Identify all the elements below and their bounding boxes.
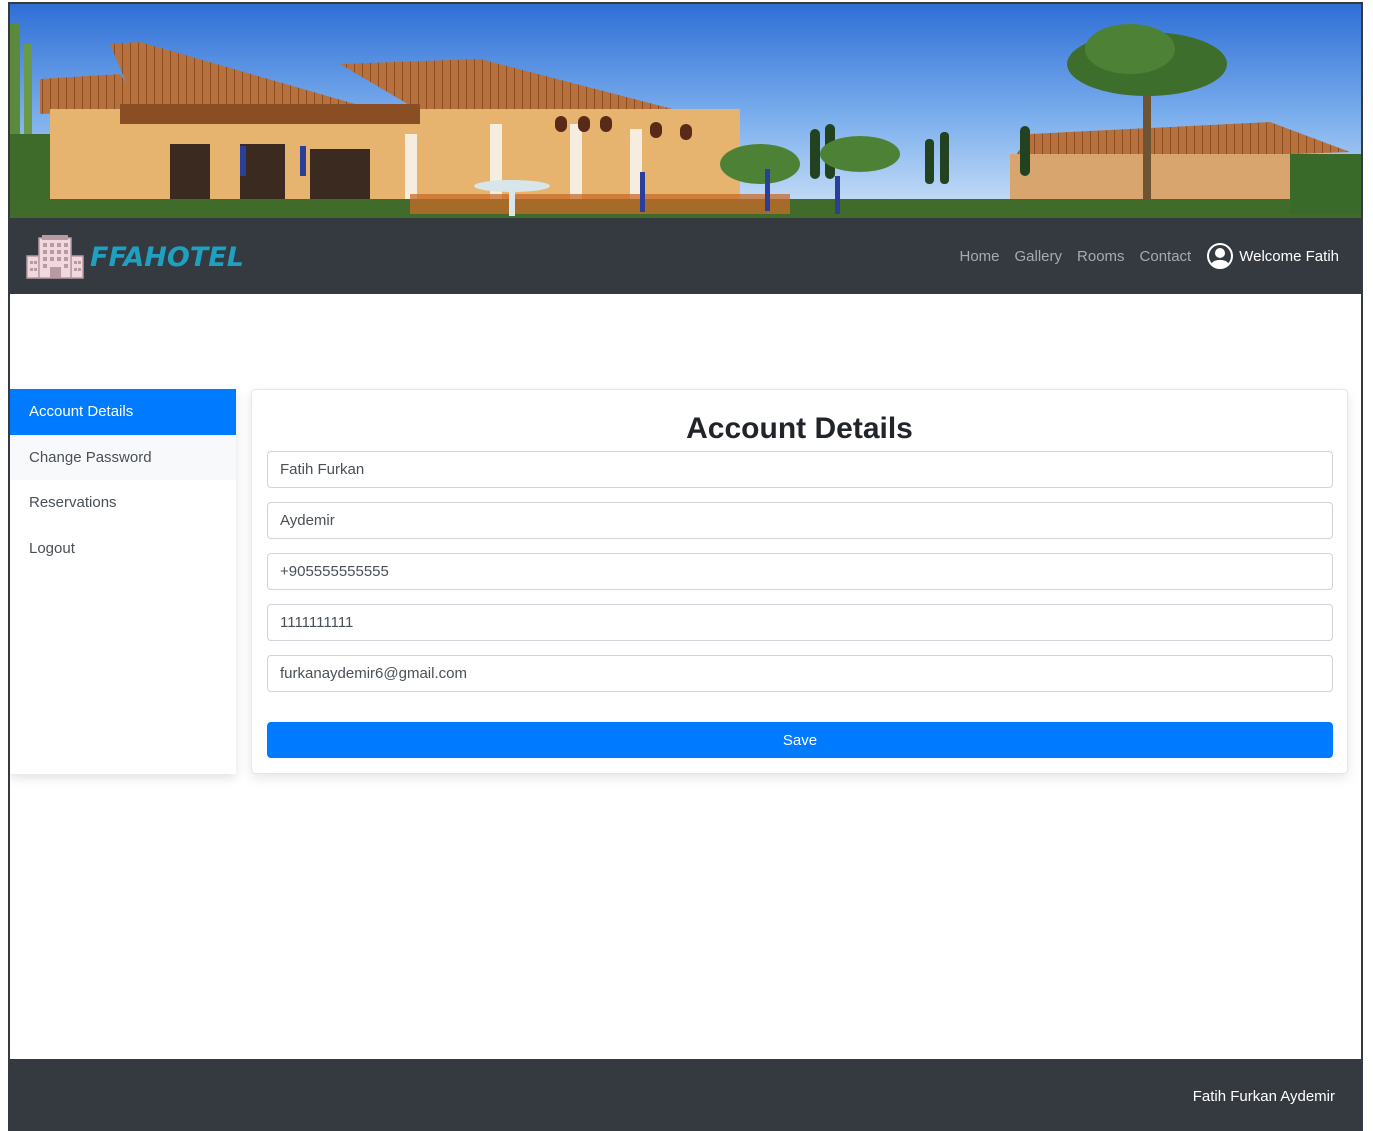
brand-logo[interactable]: FFAHOTEL [26,234,244,280]
account-sidebar: Account Details Change Password Reservat… [10,389,236,774]
email-input[interactable] [267,655,1333,692]
nav-link-home[interactable]: Home [959,248,999,265]
identity-number-input[interactable] [267,604,1333,641]
user-menu[interactable]: Welcome Fatih [1207,243,1339,269]
nav-link-rooms[interactable]: Rooms [1077,248,1125,265]
sidebar-item-logout[interactable]: Logout [10,526,236,572]
browser-frame: FFAHOTEL Home Gallery Rooms Contact Welc… [8,2,1363,1131]
hotel-building-icon [26,235,84,279]
hotel-banner-image [10,4,1361,218]
last-name-input[interactable] [267,502,1333,539]
nav-link-gallery[interactable]: Gallery [1015,248,1063,265]
nav-links: Home Gallery Rooms Contact Welcome Fatih [944,240,1339,272]
sidebar-item-change-password[interactable]: Change Password [10,434,236,480]
page-title: Account Details [686,412,913,445]
sidebar-item-reservations[interactable]: Reservations [10,480,236,526]
nav-link-contact[interactable]: Contact [1140,248,1192,265]
account-details-card: Account Details Save [251,389,1348,774]
save-button[interactable]: Save [267,722,1333,758]
first-name-input[interactable] [267,451,1333,488]
footer-author: Fatih Furkan Aydemir [1192,1088,1335,1105]
top-navbar: FFAHOTEL Home Gallery Rooms Contact Welc… [10,218,1361,294]
user-avatar-icon [1207,243,1234,269]
page-footer: Fatih Furkan Aydemir [10,1059,1361,1131]
phone-input[interactable] [267,553,1333,590]
welcome-text: Welcome Fatih [1239,247,1339,265]
brand-name: FFAHOTEL [90,241,244,273]
sidebar-item-account-details[interactable]: Account Details [10,389,236,435]
